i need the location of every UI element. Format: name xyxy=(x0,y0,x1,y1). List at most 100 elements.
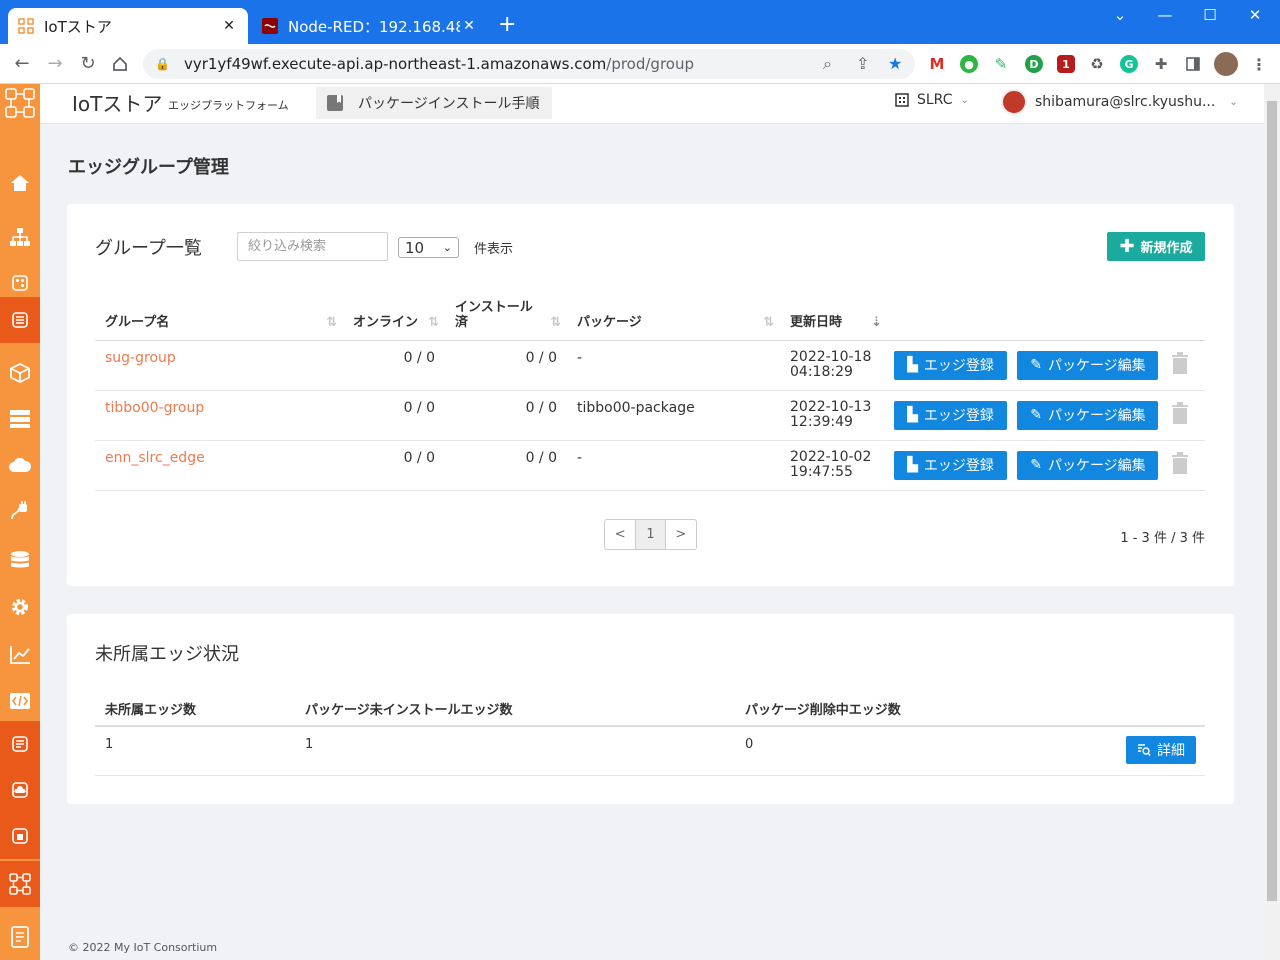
sidebar-item-network[interactable] xyxy=(0,214,40,260)
window-close-button[interactable]: ✕ xyxy=(1240,6,1270,24)
column-header-unassigned-count: 未所属エッジ数 xyxy=(95,692,295,727)
scrollbar-thumb[interactable] xyxy=(1267,101,1277,901)
new-tab-button[interactable]: + xyxy=(498,14,516,36)
home-button[interactable] xyxy=(108,52,132,76)
trash-icon[interactable] xyxy=(1171,352,1189,378)
sidebar-item-list[interactable] xyxy=(0,297,40,343)
address-bar[interactable]: 🔒 vyr1yf49wf.execute-api.ap-northeast-1.… xyxy=(143,49,915,79)
sort-icon: ⇅ xyxy=(326,314,337,330)
browser-tab-node-red[interactable]: Node-RED：192.168.48 ✕ xyxy=(252,8,488,44)
url-path: /prod/group xyxy=(606,55,694,73)
maximize-button[interactable]: ☐ xyxy=(1195,6,1225,24)
column-header-updated[interactable]: 更新日時 ⇣ xyxy=(780,290,882,341)
lock-icon: 🔒 xyxy=(155,57,170,71)
green-extension-icon[interactable]: ● xyxy=(960,55,978,73)
group-list-title: グループ一覧 xyxy=(95,238,202,259)
zoom-icon[interactable]: ⌕ xyxy=(823,54,832,74)
column-header-name[interactable]: グループ名 ⇅ xyxy=(95,290,343,341)
user-email: shibamura@slrc.kyushu... xyxy=(1035,94,1216,110)
sidebar-item-hub[interactable] xyxy=(0,861,40,907)
chevron-down-icon[interactable]: ⌄ xyxy=(1105,6,1135,24)
group-name-link[interactable]: enn_slrc_edge xyxy=(95,440,343,491)
table-row: sug-group 0 / 0 0 / 0 - 2022-10-18 04:18:… xyxy=(95,340,1205,391)
chevron-down-icon: ⌄ xyxy=(960,94,969,106)
user-menu[interactable]: shibamura@slrc.kyushu... ⌄ xyxy=(1001,89,1238,115)
page-size-select[interactable]: 10 ⌄ xyxy=(398,237,459,258)
minimize-button[interactable]: — xyxy=(1150,6,1180,24)
column-header-installed[interactable]: インストール済 ⇅ xyxy=(445,290,567,341)
updated-time: 19:47:55 xyxy=(790,463,853,480)
sidebar-item-plugin[interactable] xyxy=(0,488,40,534)
profile-avatar[interactable] xyxy=(1214,52,1238,76)
grammarly-extension-icon[interactable]: G xyxy=(1120,55,1138,73)
search-input[interactable] xyxy=(237,232,388,261)
menu-dots-icon[interactable]: ⋮ xyxy=(1250,55,1268,74)
sidebar-item-home[interactable] xyxy=(0,160,40,206)
page-scrollbar[interactable] xyxy=(1264,84,1280,960)
side-panel-icon[interactable] xyxy=(1184,55,1202,73)
sort-desc-icon: ⇣ xyxy=(871,314,882,330)
package-edit-button[interactable]: ✎ パッケージ編集 xyxy=(1017,350,1159,380)
document-icon xyxy=(12,736,28,752)
sidebar-item-manual[interactable] xyxy=(0,914,40,960)
sidebar-item-analytics[interactable] xyxy=(0,632,40,678)
share-icon[interactable]: ⇪ xyxy=(856,54,869,73)
reload-button[interactable]: ↻ xyxy=(76,52,100,76)
not-installed-count: 1 xyxy=(295,726,735,776)
code-icon xyxy=(10,693,30,709)
sidebar-item-settings[interactable] xyxy=(0,584,40,630)
install-guide-button[interactable]: パッケージインストール手順 xyxy=(316,87,552,119)
unassigned-edge-table: 未所属エッジ数 パッケージ未インストールエッジ数 パッケージ削除中エッジ数 1 … xyxy=(95,692,1205,776)
updated-at: 2022-10-13 12:39:49 xyxy=(780,390,882,441)
edge-register-button[interactable]: ▙ エッジ登録 xyxy=(894,450,1007,480)
detail-button[interactable]: 詳細 xyxy=(1126,736,1196,764)
sidebar-item-cloud[interactable] xyxy=(0,442,40,488)
brand-title[interactable]: IoTストア xyxy=(72,88,162,117)
back-button[interactable]: ← xyxy=(10,52,34,76)
sidebar-item-code[interactable] xyxy=(0,678,40,724)
avatar xyxy=(1001,89,1027,115)
sidebar-item-doc[interactable] xyxy=(0,721,40,767)
edge-register-button[interactable]: ▙ エッジ登録 xyxy=(894,350,1007,380)
close-icon[interactable]: ✕ xyxy=(460,18,478,34)
sidebar-item-database[interactable] xyxy=(0,538,40,584)
pager-prev-button[interactable]: < xyxy=(605,520,635,549)
browser-tab-strip: IoTストア ✕ Node-RED：192.168.48 ✕ + ⌄ — ☐ ✕ xyxy=(0,0,1280,44)
package-edit-button[interactable]: ✎ パッケージ編集 xyxy=(1017,450,1159,480)
group-table: グループ名 ⇅ オンライン ⇅ インストール済 ⇅ パッケージ ⇅ 更新日時 ⇣ sug-… xyxy=(95,290,1205,491)
pencil-icon: ✎ xyxy=(1030,457,1042,473)
create-group-button[interactable]: ✚ 新規作成 xyxy=(1107,232,1205,261)
gmail-extension-icon[interactable]: M xyxy=(928,55,946,73)
trash-icon[interactable] xyxy=(1171,402,1189,428)
installed-count: 0 / 0 xyxy=(445,440,567,491)
updated-date: 2022-10-13 xyxy=(790,398,872,415)
sidebar-item-servers[interactable] xyxy=(0,396,40,442)
group-name-link[interactable]: tibbo00-group xyxy=(95,390,343,441)
iot-store-favicon-icon xyxy=(18,18,34,34)
sidebar-item-package[interactable] xyxy=(0,350,40,396)
group-name-link[interactable]: sug-group xyxy=(95,340,343,391)
edge-register-button[interactable]: ▙ エッジ登録 xyxy=(894,400,1007,430)
browser-tab-iot-store[interactable]: IoTストア ✕ xyxy=(8,8,248,44)
column-header-online[interactable]: オンライン ⇅ xyxy=(343,290,445,341)
forward-button[interactable]: → xyxy=(43,52,67,76)
sidebar-item-device-box[interactable] xyxy=(0,813,40,859)
package-name: tibbo00-package xyxy=(567,390,780,441)
column-header-package[interactable]: パッケージ ⇅ xyxy=(567,290,780,341)
close-icon[interactable]: ✕ xyxy=(220,18,238,34)
d-extension-icon[interactable]: D xyxy=(1025,55,1043,73)
app-logo[interactable] xyxy=(0,84,40,122)
package-name: - xyxy=(567,340,780,391)
sidebar-item-cloud-box[interactable] xyxy=(0,767,40,813)
bookmark-star-icon[interactable]: ★ xyxy=(888,54,902,73)
evernote-extension-icon[interactable]: ✎ xyxy=(992,55,1010,73)
puzzle-extensions-icon[interactable]: ✚ xyxy=(1152,55,1170,73)
package-edit-button[interactable]: ✎ パッケージ編集 xyxy=(1017,400,1159,430)
recycle-extension-icon[interactable]: ♻ xyxy=(1088,55,1106,73)
pager-next-button[interactable]: > xyxy=(666,520,696,549)
trash-icon[interactable] xyxy=(1171,452,1189,478)
org-selector[interactable]: SLRC ⌄ xyxy=(895,92,969,108)
red-extension-icon[interactable]: 1 xyxy=(1057,55,1075,73)
row-actions: ▙ エッジ登録 ✎ パッケージ編集 xyxy=(882,390,1205,441)
pager-page-button[interactable]: 1 xyxy=(635,520,666,549)
